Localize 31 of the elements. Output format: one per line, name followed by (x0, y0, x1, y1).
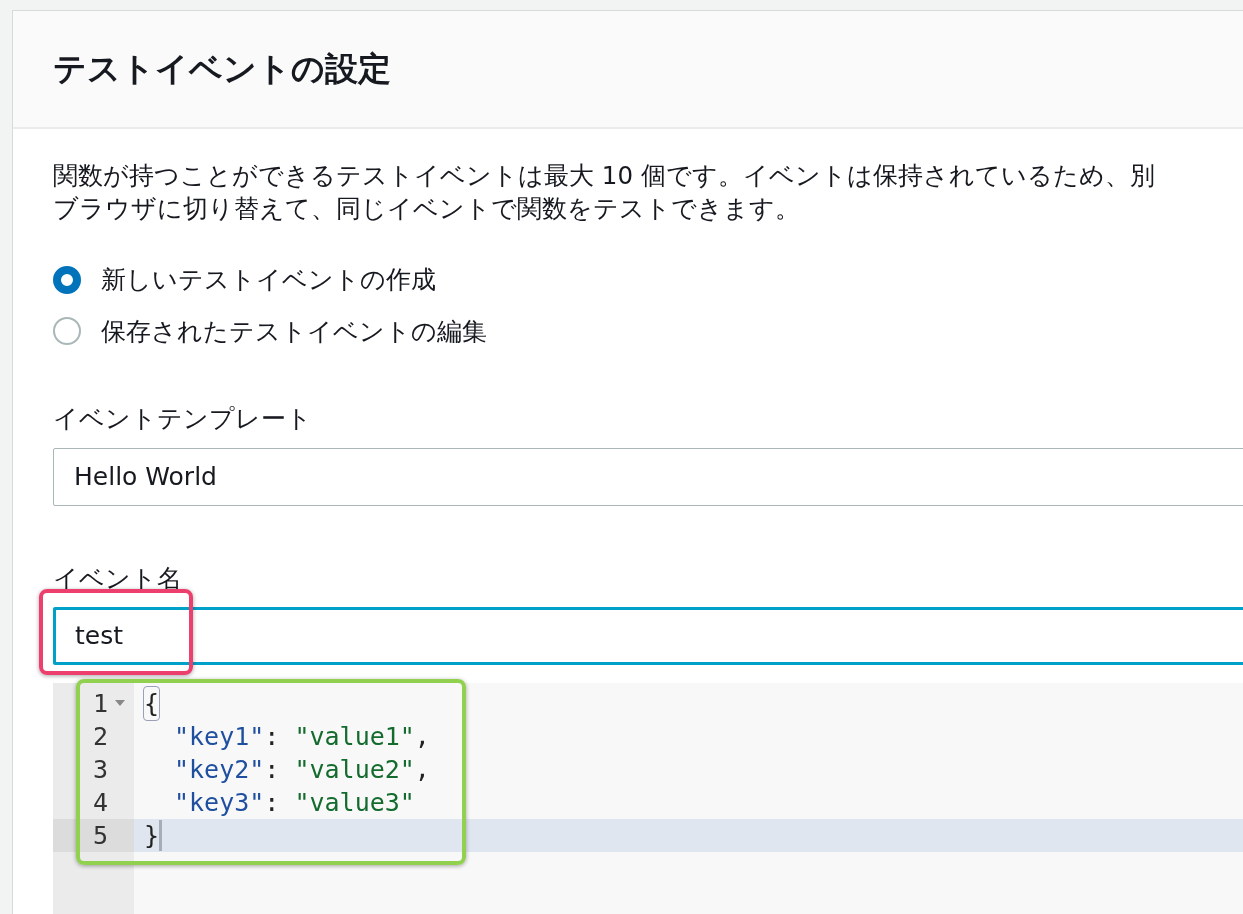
json-value: "value1" (294, 721, 415, 753)
line-number: 2 (93, 721, 109, 753)
description-text: 関数が持つことができるテストイベントは最大 10 個です。イベントは保持されているため、別 (53, 160, 1156, 192)
json-value: "value2" (294, 754, 415, 786)
json-punctuation: { (144, 687, 160, 720)
radio-option[interactable]: 新しいテストイベントの作成 (53, 261, 1243, 299)
event-name-input[interactable]: test (53, 607, 1243, 665)
radio-option[interactable]: 保存されたテストイベントの編集 (53, 312, 1243, 350)
json-punctuation: } (144, 820, 160, 852)
fold-arrow-icon[interactable] (115, 700, 125, 706)
line-number: 1 (93, 688, 109, 720)
code-editor[interactable]: 1 2 3 4 5 { "key1": "value1", "key2": "value2", "key3": "value3" } (53, 683, 1243, 914)
field-label: イベントテンプレート (53, 403, 313, 435)
dialog-title: テストイベントの設定 (53, 49, 391, 89)
json-punctuation: , (414, 721, 430, 753)
json-punctuation: , (414, 754, 430, 786)
option-label: 保存されたテストイベントの編集 (101, 315, 487, 348)
line-number: 3 (93, 754, 109, 786)
line-number: 4 (93, 787, 109, 819)
json-punctuation: : (264, 721, 281, 753)
option-label: 新しいテストイベントの作成 (101, 264, 436, 296)
description-text: ブラウザに切り替えて、同じイベントで関数をテストできます。 (53, 193, 801, 225)
json-key: "key2" (174, 753, 265, 786)
line-number: 5 (93, 820, 109, 852)
json-value: "value3" (294, 787, 415, 819)
json-punctuation: : (264, 787, 281, 819)
template-select[interactable]: Hello World (53, 447, 1243, 506)
field-label: イベント名 (53, 562, 183, 595)
json-key: "key3" (174, 786, 265, 819)
json-key: "key1" (174, 720, 265, 753)
json-punctuation: : (264, 754, 281, 786)
